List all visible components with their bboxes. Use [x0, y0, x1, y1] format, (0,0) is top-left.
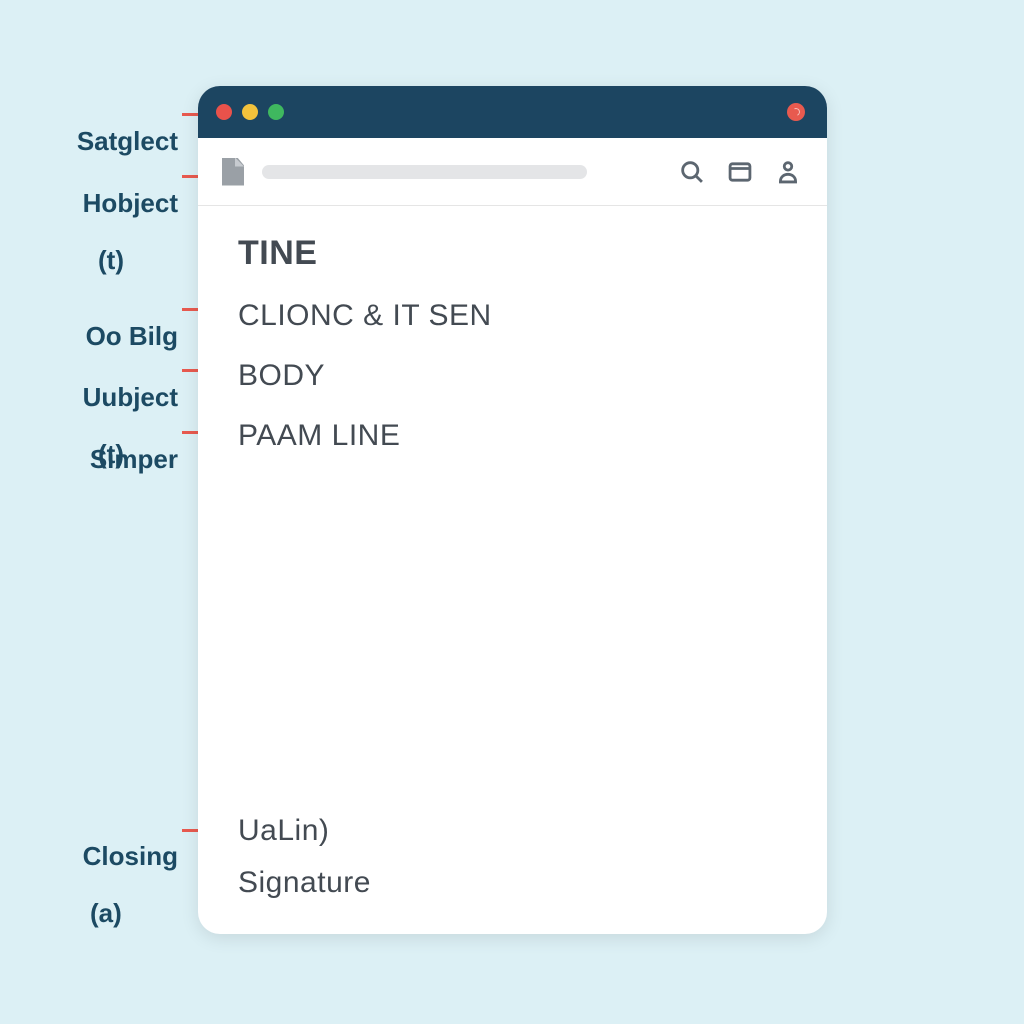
minimize-icon[interactable]: [242, 104, 258, 120]
annotation-simper: Simper: [38, 416, 178, 473]
window-icon[interactable]: [725, 157, 755, 187]
traffic-lights: [216, 104, 284, 120]
titlebar-action-icon[interactable]: [787, 103, 805, 121]
annotation-sub: (t): [98, 246, 178, 275]
doc-line-clionc: CLIONC & IT SEN: [238, 299, 787, 333]
annotation-label: Hobject: [83, 188, 178, 218]
doc-bottom-block: UaLin) Signature: [238, 814, 371, 900]
document-body: TINE CLIONC & IT SEN BODY PAAM LINE UaLi…: [198, 206, 827, 934]
doc-heading: TINE: [238, 234, 787, 273]
doc-line-body: BODY: [238, 359, 787, 393]
annotation-label: Closing: [83, 841, 178, 871]
document-icon[interactable]: [222, 158, 244, 186]
annotation-label: Uubject: [83, 382, 178, 412]
toolbar: [198, 138, 827, 206]
address-bar[interactable]: [262, 165, 587, 179]
annotation-closing: Closing (a): [38, 813, 178, 956]
doc-signature: Signature: [238, 866, 371, 900]
annotation-label: Oo Bilg: [86, 321, 178, 351]
app-window: TINE CLIONC & IT SEN BODY PAAM LINE UaLi…: [198, 86, 827, 934]
close-icon[interactable]: [216, 104, 232, 120]
titlebar: [198, 86, 827, 138]
annotation-label: Simper: [90, 444, 178, 474]
doc-line-paam: PAAM LINE: [238, 419, 787, 453]
annotation-satglect: Satglect: [38, 98, 178, 155]
annotation-hobject: Hobject (t): [38, 160, 178, 303]
annotation-oobilg: Oo Bilg: [38, 293, 178, 350]
maximize-icon[interactable]: [268, 104, 284, 120]
annotation-label: Satglect: [77, 126, 178, 156]
account-icon[interactable]: [773, 157, 803, 187]
search-icon[interactable]: [677, 157, 707, 187]
annotation-sub: (a): [90, 899, 178, 928]
doc-closing: UaLin): [238, 814, 371, 848]
